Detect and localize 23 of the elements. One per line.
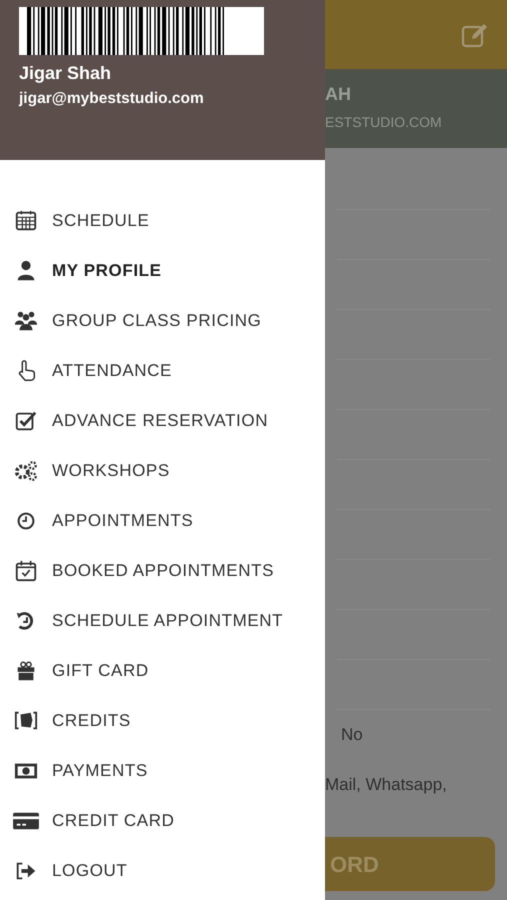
menu-item[interactable]: GIFT CARD: [0, 646, 325, 696]
group-icon: [12, 309, 40, 333]
menu-item[interactable]: SCHEDULE: [0, 196, 325, 246]
profile-email: ESTSTUDIO.COM: [325, 113, 443, 132]
menu-item[interactable]: APPOINTMENTS: [0, 496, 325, 546]
field-value: Mail, Whatsapp,: [325, 774, 447, 796]
field-value: No: [341, 724, 363, 746]
menu-item[interactable]: LOGOUT: [0, 846, 325, 896]
menu-item[interactable]: WORKSHOPS: [0, 446, 325, 496]
menu-item[interactable]: CREDIT CARD: [0, 796, 325, 846]
gears-icon: [12, 459, 40, 483]
profile-name: AH: [325, 83, 352, 106]
menu-item[interactable]: ADVANCE RESERVATION: [0, 396, 325, 446]
menu-item[interactable]: CREDITS: [0, 696, 325, 746]
edit-icon[interactable]: [461, 22, 489, 48]
user-email: jigar@mybeststudio.com: [19, 89, 205, 109]
menu-item[interactable]: MY PROFILE: [0, 246, 325, 296]
menu-item[interactable]: BOOKED APPOINTMENTS: [0, 546, 325, 596]
menu-item[interactable]: PAYMENTS: [0, 746, 325, 796]
user-name: Jigar Shah: [19, 62, 112, 85]
menu-item[interactable]: GROUP CLASS PRICING: [0, 296, 325, 346]
menu-item[interactable]: ATTENDANCE: [0, 346, 325, 396]
menu-item[interactable]: SCHEDULE APPOINTMENT: [0, 596, 325, 646]
